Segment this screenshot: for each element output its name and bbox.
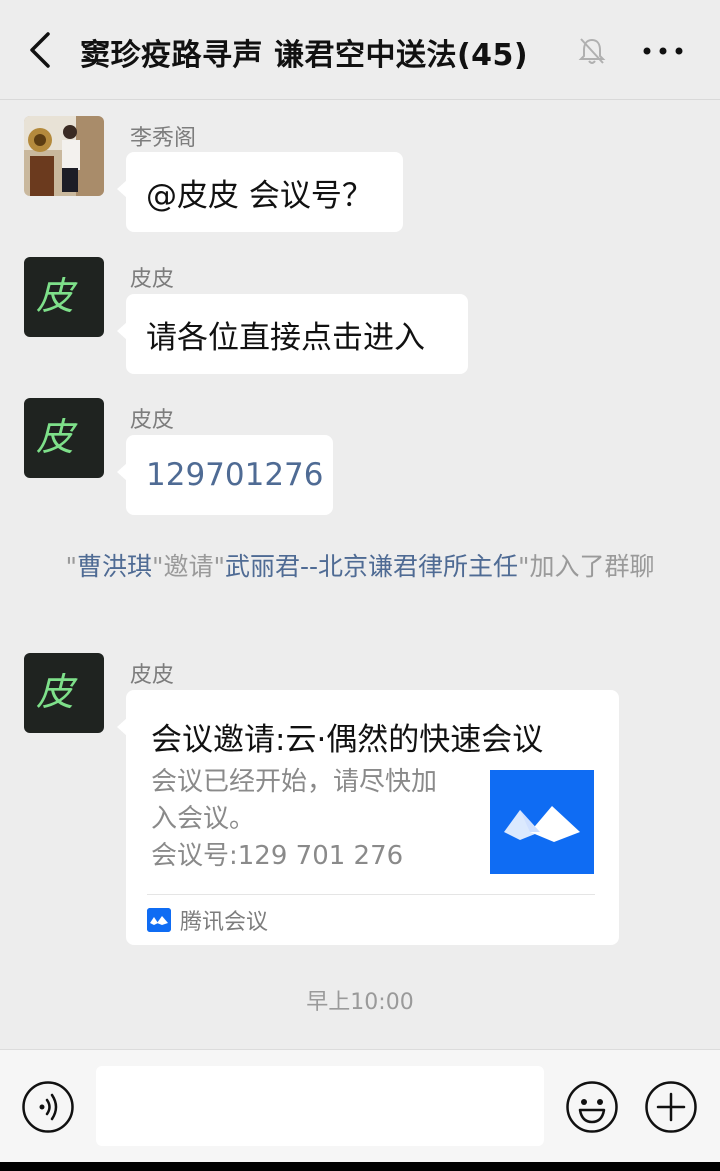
- emoji-icon: [566, 1081, 618, 1133]
- mute-bell-icon: [578, 36, 606, 66]
- card-source: 腾讯会议: [147, 906, 269, 935]
- inviter-name[interactable]: 曹洪琪: [77, 552, 152, 581]
- svg-text:皮: 皮: [36, 274, 78, 318]
- voice-input-button[interactable]: [21, 1080, 75, 1134]
- meeting-number-bubble[interactable]: 129701276: [117, 435, 333, 515]
- avatar[interactable]: 皮: [24, 257, 104, 337]
- message-bubble[interactable]: 请各位直接点击进入: [117, 294, 468, 374]
- sender-name: 皮皮: [130, 267, 175, 292]
- card-source-label: 腾讯会议: [180, 910, 269, 935]
- sender-name: 李秀阁: [130, 126, 197, 151]
- card-divider: [147, 894, 595, 895]
- input-bar: [0, 1049, 720, 1162]
- message-timestamp: 早上10:00: [306, 990, 414, 1015]
- avatar[interactable]: 皮: [24, 653, 104, 733]
- voice-icon: [22, 1081, 74, 1133]
- card-meeting-id: 会议号:129 701 276: [151, 841, 404, 871]
- more-dots-icon: [643, 47, 683, 55]
- avatar[interactable]: 皮: [24, 398, 104, 478]
- sender-name: 皮皮: [130, 408, 175, 433]
- chat-title: 窦珍疫路寻声 谦君空中送法(45): [80, 38, 529, 73]
- card-description: 会议已经开始，请尽快加 入会议。 会议号:129 701 276: [151, 764, 471, 875]
- system-notice: "曹洪琪"邀请"武丽君--北京谦君律所主任"加入了群聊: [65, 552, 655, 581]
- message-bubble[interactable]: @皮皮 会议号？: [117, 152, 403, 232]
- tencent-meeting-logo-icon: [490, 770, 594, 874]
- svg-text:皮: 皮: [36, 415, 78, 459]
- chevron-left-icon: [30, 32, 50, 68]
- more-functions-button[interactable]: [644, 1080, 698, 1134]
- sender-name: 皮皮: [130, 663, 175, 688]
- tencent-meeting-icon: [147, 908, 171, 932]
- chat-header: 窦珍疫路寻声 谦君空中送法(45): [0, 0, 720, 100]
- more-options-button[interactable]: [640, 36, 686, 66]
- card-title: 会议邀请:云·偶然的快速会议: [151, 722, 544, 758]
- plus-icon: [645, 1081, 697, 1133]
- emoji-button[interactable]: [565, 1080, 619, 1134]
- system-nav-bar: [0, 1162, 720, 1171]
- avatar[interactable]: [24, 116, 104, 196]
- meeting-invite-card[interactable]: 会议邀请:云·偶然的快速会议 会议已经开始，请尽快加 入会议。 会议号:129 …: [117, 690, 619, 945]
- invitee-name[interactable]: 武丽君--北京谦君律所主任: [225, 552, 518, 581]
- message-input[interactable]: [96, 1066, 544, 1146]
- back-button[interactable]: [22, 28, 62, 72]
- svg-text:皮: 皮: [36, 670, 78, 714]
